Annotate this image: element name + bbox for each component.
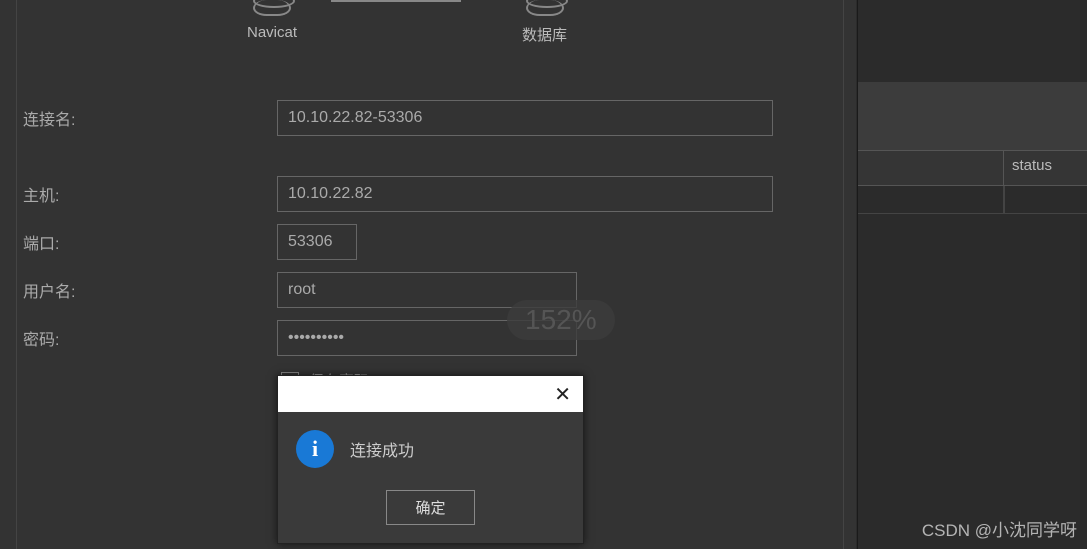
side-panel-banner [858, 82, 1087, 150]
database-icon [525, 0, 565, 20]
row-connection-name: 连接名: [17, 100, 843, 136]
product-navicat[interactable]: Navicat [247, 0, 297, 41]
connection-name-label: 连接名: [17, 106, 277, 130]
product-navicat-label: Navicat [247, 24, 297, 41]
password-label: 密码: [17, 326, 277, 350]
dialog-body: i 连接成功 [278, 412, 583, 478]
row-host: 主机: [17, 176, 843, 212]
connection-result-dialog: ✕ i 连接成功 确定 [277, 375, 584, 544]
database-icon [252, 0, 292, 20]
info-icon: i [296, 430, 334, 468]
product-database[interactable]: 数据库 [522, 0, 567, 45]
row-port: 端口: [17, 224, 843, 260]
row-password: 密码: [17, 320, 843, 356]
username-label: 用户名: [17, 278, 277, 302]
zoom-indicator: 152% [507, 300, 615, 340]
dialog-footer: 确定 [278, 478, 583, 543]
dialog-titlebar: ✕ [278, 376, 583, 412]
host-label: 主机: [17, 182, 277, 206]
side-table-row [858, 186, 1087, 214]
host-input[interactable] [277, 176, 773, 212]
connection-name-input[interactable] [277, 100, 773, 136]
port-label: 端口: [17, 230, 277, 254]
side-col-empty [858, 151, 1004, 185]
close-icon[interactable]: ✕ [554, 382, 571, 407]
form-area: Navicat 数据库 连接名: 主机: 端口: 用户名: 密码: [16, 0, 844, 549]
products-row: Navicat 数据库 [17, 0, 843, 60]
selection-underline [331, 0, 461, 2]
row-username: 用户名: [17, 272, 843, 308]
side-panel: status [857, 0, 1087, 549]
side-cell [858, 186, 1004, 213]
side-col-status[interactable]: status [1004, 151, 1087, 185]
connection-dialog-panel: Navicat 数据库 连接名: 主机: 端口: 用户名: 密码: [0, 0, 856, 549]
dialog-message: 连接成功 [350, 437, 414, 461]
product-database-label: 数据库 [522, 24, 567, 45]
watermark: CSDN @小沈同学呀 [922, 516, 1077, 541]
side-cell [1004, 186, 1005, 213]
ok-button[interactable]: 确定 [386, 490, 474, 525]
port-input[interactable] [277, 224, 357, 260]
side-table-header: status [858, 150, 1087, 186]
